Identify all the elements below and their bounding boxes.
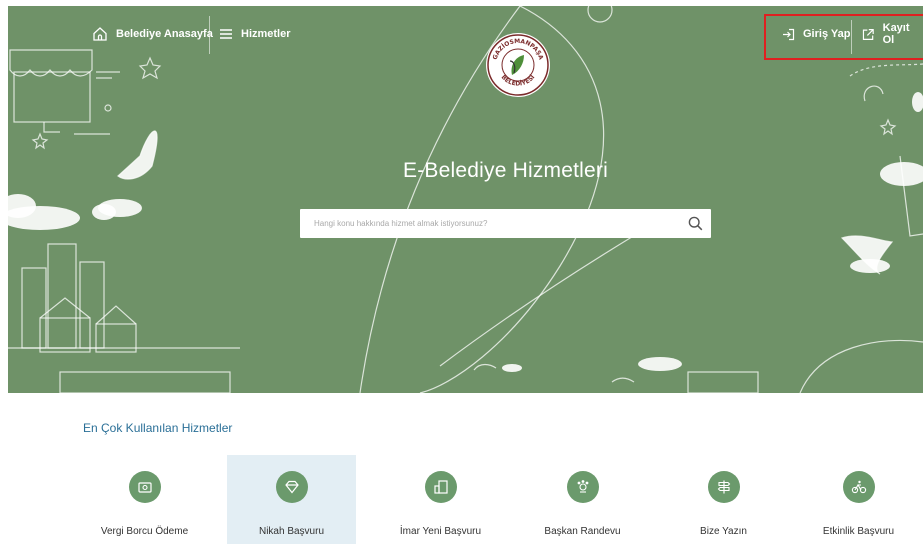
bill-icon: [128, 471, 161, 503]
page-title: E-Belediye Hizmetleri: [403, 159, 608, 182]
register-button[interactable]: Kayıt Ol: [862, 22, 923, 46]
service-label: Vergi Borcu Ödeme: [100, 526, 189, 537]
nav-divider: [209, 16, 210, 54]
service-nikah[interactable]: Nikah Başvuru: [227, 455, 356, 544]
service-imar[interactable]: İmar Yeni Başvuru: [376, 455, 505, 544]
nav-home-link[interactable]: Belediye Anasayfa: [92, 24, 213, 44]
service-label: Bize Yazın: [700, 526, 747, 537]
service-label: İmar Yeni Başvuru: [399, 526, 482, 537]
external-link-icon: [862, 28, 874, 40]
auth-divider: [851, 20, 852, 54]
login-button[interactable]: Giriş Yap: [782, 24, 851, 44]
service-etkinlik[interactable]: Etkinlik Başvuru: [794, 455, 923, 544]
service-label: Etkinlik Başvuru: [822, 526, 895, 537]
section-title: En Çok Kullanılan Hizmetler: [83, 421, 233, 435]
search-bar: [300, 209, 711, 238]
search-button[interactable]: [679, 209, 711, 238]
services-grid: Vergi Borcu Ödeme Nikah Başvuru İmar Yen…: [0, 455, 923, 544]
building-icon: [424, 471, 457, 503]
hero-banner: Belediye Anasayfa Hizmetler Giriş Yap Ka…: [0, 6, 923, 393]
nav-services-label: Hizmetler: [241, 28, 291, 40]
city-illustration: [0, 6, 923, 393]
meeting-icon: [566, 471, 599, 503]
login-label: Giriş Yap: [803, 28, 851, 40]
home-icon: [93, 27, 107, 41]
diamond-icon: [275, 471, 308, 503]
bicycle-icon: [842, 471, 875, 503]
register-label: Kayıt Ol: [882, 22, 910, 46]
nav-home-label: Belediye Anasayfa: [116, 28, 213, 40]
top-nav: Belediye Anasayfa Hizmetler Giriş Yap Ka…: [0, 6, 923, 60]
nav-services-menu[interactable]: Hizmetler: [219, 24, 291, 44]
service-bize-yazin[interactable]: Bize Yazın: [659, 455, 788, 544]
municipality-logo[interactable]: GAZİOSMANPAŞA BELEDİYESİ: [484, 31, 552, 99]
login-icon: [783, 28, 795, 40]
hero-left-edge: [0, 6, 8, 393]
search-icon: [688, 216, 702, 231]
menu-icon: [220, 29, 232, 39]
search-input[interactable]: [300, 209, 679, 238]
service-label: Nikah Başvuru: [258, 526, 325, 537]
service-baskan-randevu[interactable]: Başkan Randevu: [518, 455, 647, 544]
signpost-icon: [707, 471, 740, 503]
service-label: Başkan Randevu: [544, 526, 621, 537]
service-vergi-borcu[interactable]: Vergi Borcu Ödeme: [80, 455, 209, 544]
